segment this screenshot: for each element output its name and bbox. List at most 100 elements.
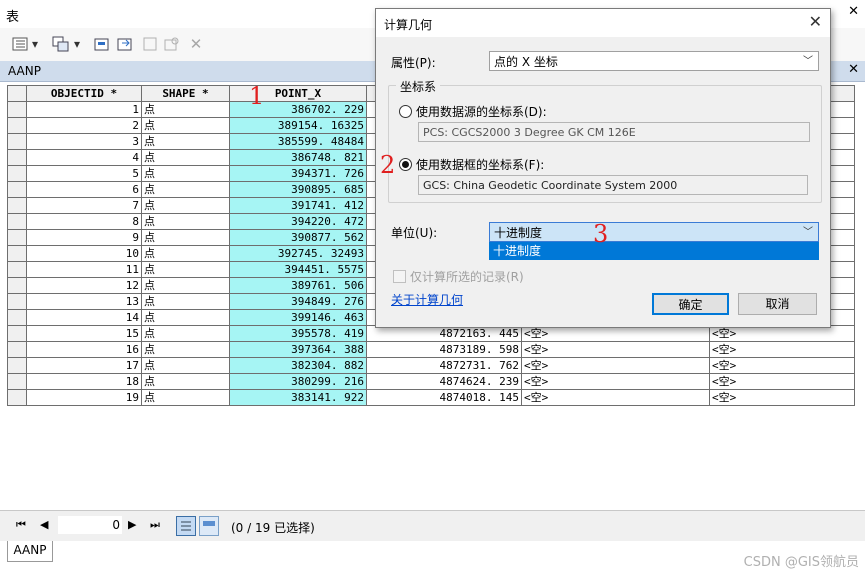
row-selector[interactable] xyxy=(7,117,27,134)
row-selector[interactable] xyxy=(7,101,27,118)
row-selector[interactable] xyxy=(7,373,27,390)
row-selector[interactable] xyxy=(7,213,27,230)
cell-objectid[interactable]: 15 xyxy=(26,325,142,342)
cell-shape[interactable]: 点 xyxy=(141,181,230,198)
previous-record-icon[interactable]: ◀ xyxy=(40,518,48,531)
cell-shape[interactable]: 点 xyxy=(141,277,230,294)
cell-objectid[interactable]: 14 xyxy=(26,309,142,326)
cell-point-x[interactable]: 392745. 32493 xyxy=(229,245,367,262)
radio-source-cs[interactable] xyxy=(399,105,412,118)
row-selector[interactable] xyxy=(7,149,27,166)
row-selector[interactable] xyxy=(7,197,27,214)
cell-point-x[interactable]: 380299. 216 xyxy=(229,373,367,390)
switch-selection-icon[interactable] xyxy=(116,35,136,53)
cell-point-x[interactable]: 385599. 48484 xyxy=(229,133,367,150)
cell-shape[interactable]: 点 xyxy=(141,101,230,118)
cell-point-x[interactable]: 394220. 472 xyxy=(229,213,367,230)
radio-frame-cs-label[interactable]: 使用数据框的坐标系(F): xyxy=(416,156,544,173)
cell-point-x[interactable]: 397364. 388 xyxy=(229,341,367,358)
cell-field-6[interactable]: <空> xyxy=(709,389,855,406)
cell-shape[interactable]: 点 xyxy=(141,293,230,310)
cell-objectid[interactable]: 17 xyxy=(26,357,142,374)
cell-point-y[interactable]: 4874624. 239 xyxy=(366,373,522,390)
column-header-shape[interactable]: SHAPE * xyxy=(141,85,230,102)
radio-frame-cs[interactable] xyxy=(399,158,412,171)
cell-point-y[interactable]: 4874018. 145 xyxy=(366,389,522,406)
select-by-attributes-icon[interactable] xyxy=(93,35,113,53)
zoom-selected-icon[interactable] xyxy=(163,35,181,53)
cell-objectid[interactable]: 1 xyxy=(26,101,142,118)
cell-point-x[interactable]: 383141. 922 xyxy=(229,389,367,406)
cell-objectid[interactable]: 2 xyxy=(26,117,142,134)
row-selector[interactable] xyxy=(7,165,27,182)
cell-point-x[interactable]: 389154. 16325 xyxy=(229,117,367,134)
unit-option[interactable]: 十进制度 xyxy=(489,242,819,260)
unit-select[interactable]: 十进制度 ﹀ xyxy=(489,222,819,242)
row-selector[interactable] xyxy=(7,293,27,310)
clear-selection-icon[interactable] xyxy=(142,35,158,53)
cell-objectid[interactable]: 13 xyxy=(26,293,142,310)
cell-point-x[interactable]: 394849. 276 xyxy=(229,293,367,310)
show-all-records-icon[interactable] xyxy=(176,516,196,536)
cell-point-x[interactable]: 382304. 882 xyxy=(229,357,367,374)
cell-field-6[interactable]: <空> xyxy=(709,373,855,390)
table-options-icon[interactable] xyxy=(10,35,30,53)
cell-point-x[interactable]: 399146. 463 xyxy=(229,309,367,326)
cell-shape[interactable]: 点 xyxy=(141,341,230,358)
table-tab-close-icon[interactable]: ✕ xyxy=(848,62,859,77)
about-calculate-geometry-link[interactable]: 关于计算几何 xyxy=(391,291,463,308)
show-selected-records-icon[interactable] xyxy=(199,516,219,536)
table-row[interactable]: 17 点 382304. 882 4872731. 762 <空> <空> xyxy=(7,357,855,374)
table-row[interactable]: 18 点 380299. 216 4874624. 239 <空> <空> xyxy=(7,373,855,390)
dialog-close-icon[interactable]: ✕ xyxy=(809,12,822,31)
ok-button[interactable]: 确定 xyxy=(652,293,729,315)
cell-field-5[interactable]: <空> xyxy=(521,357,710,374)
cell-shape[interactable]: 点 xyxy=(141,309,230,326)
cell-shape[interactable]: 点 xyxy=(141,197,230,214)
cell-objectid[interactable]: 6 xyxy=(26,181,142,198)
cell-field-5[interactable]: <空> xyxy=(521,373,710,390)
row-selector[interactable] xyxy=(7,325,27,342)
cell-point-x[interactable]: 395578. 419 xyxy=(229,325,367,342)
row-selector[interactable] xyxy=(7,341,27,358)
cell-field-6[interactable]: <空> xyxy=(709,341,855,358)
cell-objectid[interactable]: 18 xyxy=(26,373,142,390)
cell-point-x[interactable]: 390877. 562 xyxy=(229,229,367,246)
cancel-button[interactable]: 取消 xyxy=(738,293,817,315)
table-row[interactable]: 16 点 397364. 388 4873189. 598 <空> <空> xyxy=(7,341,855,358)
cell-shape[interactable]: 点 xyxy=(141,165,230,182)
row-selector[interactable] xyxy=(7,229,27,246)
column-header-objectid[interactable]: OBJECTID * xyxy=(26,85,142,102)
chevron-down-icon[interactable]: ▾ xyxy=(73,35,81,53)
row-selector[interactable] xyxy=(7,357,27,374)
radio-source-cs-label[interactable]: 使用数据源的坐标系(D): xyxy=(416,103,547,120)
row-selector[interactable] xyxy=(7,181,27,198)
delete-selected-icon[interactable]: ✕ xyxy=(188,35,204,53)
table-row[interactable]: 19 点 383141. 922 4874018. 145 <空> <空> xyxy=(7,389,855,406)
record-number-input[interactable] xyxy=(58,516,122,534)
row-selector[interactable] xyxy=(7,389,27,406)
cell-point-x[interactable]: 389761. 506 xyxy=(229,277,367,294)
cell-objectid[interactable]: 12 xyxy=(26,277,142,294)
cell-objectid[interactable]: 19 xyxy=(26,389,142,406)
cell-objectid[interactable]: 3 xyxy=(26,133,142,150)
cell-point-y[interactable]: 4873189. 598 xyxy=(366,341,522,358)
row-selector[interactable] xyxy=(7,261,27,278)
row-selector[interactable] xyxy=(7,309,27,326)
first-record-icon[interactable]: ⏮ xyxy=(16,518,26,532)
cell-shape[interactable]: 点 xyxy=(141,133,230,150)
cell-shape[interactable]: 点 xyxy=(141,389,230,406)
cell-objectid[interactable]: 5 xyxy=(26,165,142,182)
bottom-table-tab[interactable]: AANP xyxy=(7,541,53,562)
cell-point-x[interactable]: 394451. 5575 xyxy=(229,261,367,278)
cell-shape[interactable]: 点 xyxy=(141,325,230,342)
cell-shape[interactable]: 点 xyxy=(141,373,230,390)
next-record-icon[interactable]: ▶ xyxy=(128,518,136,531)
cell-shape[interactable]: 点 xyxy=(141,245,230,262)
cell-shape[interactable]: 点 xyxy=(141,229,230,246)
cell-objectid[interactable]: 7 xyxy=(26,197,142,214)
cell-shape[interactable]: 点 xyxy=(141,357,230,374)
related-tables-icon[interactable] xyxy=(51,35,71,53)
row-selector[interactable] xyxy=(7,277,27,294)
property-select[interactable]: 点的 X 坐标 ﹀ xyxy=(489,51,819,71)
